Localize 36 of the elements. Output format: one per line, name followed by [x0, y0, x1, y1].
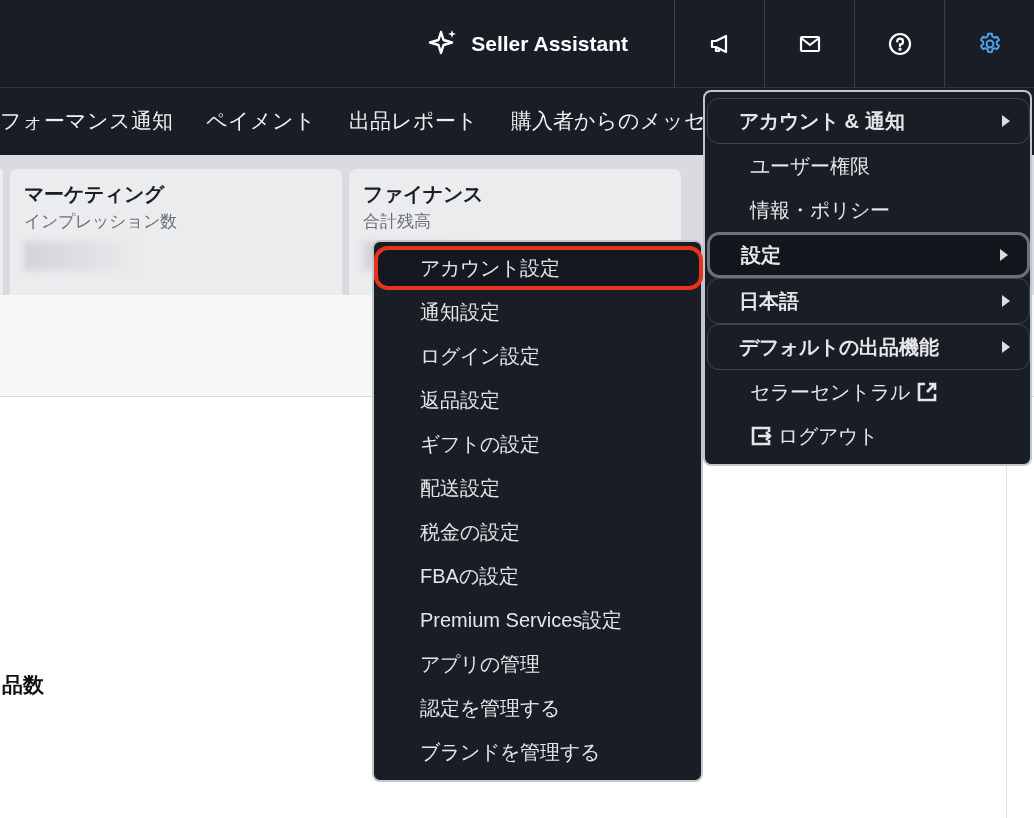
- caret-icon: [1001, 294, 1011, 308]
- submenu-item[interactable]: 税金の設定: [374, 510, 701, 554]
- menu-item[interactable]: 情報・ポリシー: [705, 188, 1030, 232]
- menu-group[interactable]: デフォルトの出品機能: [707, 324, 1030, 370]
- external-link-icon: [916, 381, 938, 403]
- card-title: マーケティング: [24, 182, 164, 207]
- caret-icon: [999, 248, 1009, 262]
- submenu-item[interactable]: 配送設定: [374, 466, 701, 510]
- submenu-item[interactable]: ログイン設定: [374, 334, 701, 378]
- menu-item[interactable]: ログアウト: [778, 422, 878, 450]
- submenu-item[interactable]: FBAの設定: [374, 554, 701, 598]
- logout-icon: [750, 425, 772, 447]
- menu-group[interactable]: アカウント & 通知: [707, 98, 1030, 144]
- menu-item[interactable]: セラーセントラル: [750, 378, 910, 406]
- submenu-item[interactable]: Premium Services設定: [374, 598, 701, 642]
- submenu-item[interactable]: 認定を管理する: [374, 686, 701, 730]
- nav-link[interactable]: 出品レポート: [349, 106, 478, 135]
- caret-icon: [1001, 340, 1011, 354]
- card-subtitle: インプレッション数: [24, 211, 177, 233]
- submenu-item[interactable]: アカウント設定: [374, 246, 703, 290]
- submenu-item[interactable]: ギフトの設定: [374, 422, 701, 466]
- submenu-item[interactable]: ブランドを管理する: [374, 730, 701, 774]
- summary-card[interactable]: マーケティング インプレッション数: [10, 169, 342, 295]
- submenu-item[interactable]: 返品設定: [374, 378, 701, 422]
- menu-group[interactable]: 設定: [707, 232, 1030, 278]
- submenu-item[interactable]: アプリの管理: [374, 642, 701, 686]
- menu-item[interactable]: ユーザー権限: [705, 144, 1030, 188]
- section-title: 品数: [2, 673, 44, 696]
- nav-link[interactable]: ペイメント: [206, 106, 316, 135]
- seller-assistant-link[interactable]: Seller Assistant: [471, 31, 628, 56]
- caret-icon: [1001, 114, 1011, 128]
- menu-group[interactable]: 日本語: [707, 278, 1030, 324]
- nav-link[interactable]: フォーマンス通知: [0, 106, 173, 135]
- nav-link[interactable]: 購入者からのメッセ: [511, 106, 706, 135]
- card-title: ファイナンス: [363, 182, 483, 207]
- card-subtitle: 合計残高: [363, 211, 431, 233]
